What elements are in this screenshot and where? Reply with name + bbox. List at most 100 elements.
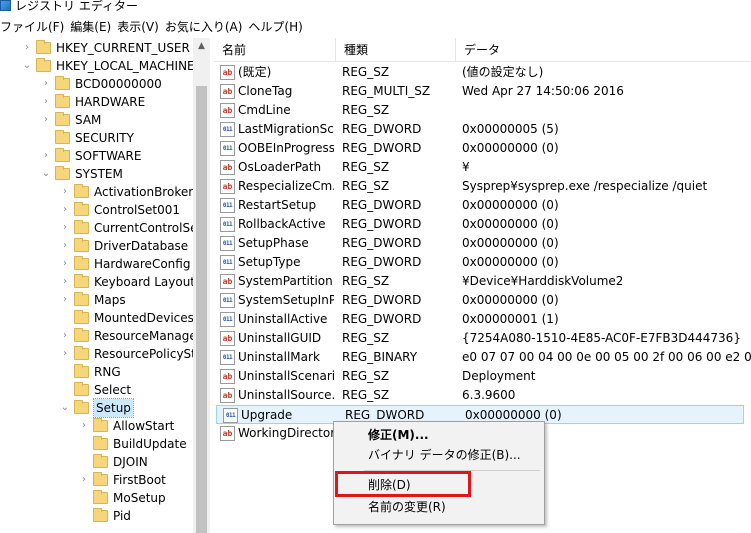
string-value-icon: ab (220, 426, 235, 441)
folder-icon (93, 472, 108, 486)
tree-item[interactable]: › HKEY_CURRENT_USER (0, 39, 193, 57)
tree-item[interactable]: MoSetup (0, 489, 193, 507)
folder-icon (93, 508, 108, 522)
expand-chevron-icon[interactable]: › (22, 39, 32, 57)
folder-icon (74, 346, 89, 360)
delete-highlight-box (335, 471, 471, 497)
collapse-chevron-icon[interactable]: ⌄ (41, 165, 51, 183)
tree-item-label: SECURITY (75, 131, 134, 145)
registry-value-row[interactable]: ab OsLoaderPath REG_SZ ¥ (214, 158, 751, 177)
tree-item[interactable]: › ResourceManager (0, 327, 202, 345)
expand-chevron-icon[interactable]: › (60, 345, 70, 363)
menu-item[interactable]: 表示(V) (117, 16, 165, 38)
tree-item[interactable]: › Maps (0, 291, 193, 309)
tree-item[interactable]: › HardwareConfig (0, 255, 193, 273)
tree-item[interactable]: › BCD00000000 (0, 75, 193, 93)
binary-value-icon: 011 (223, 408, 238, 423)
registry-value-row[interactable]: 011 SetupType REG_DWORD 0x00000000 (0) (214, 253, 751, 272)
menu-item[interactable]: ファイル(F) (0, 16, 70, 38)
expand-chevron-icon[interactable]: › (41, 75, 51, 93)
registry-value-row[interactable]: 011 UninstallActive REG_DWORD 0x00000001 (1… (214, 310, 751, 329)
tree-item[interactable]: MountedDevices (0, 309, 194, 327)
column-header-data[interactable]: データ (456, 38, 751, 62)
expand-chevron-icon[interactable]: › (41, 111, 51, 129)
tree-item[interactable]: BuildUpdate (0, 435, 193, 453)
tree-item[interactable]: › SOFTWARE (0, 147, 193, 165)
scroll-up-arrow-icon[interactable]: ▲ (193, 38, 210, 55)
value-type: REG_SZ (342, 103, 390, 117)
tree-item[interactable]: › DriverDatabase (0, 237, 193, 255)
context-menu-rename[interactable]: 名前の変更(R) (334, 496, 544, 518)
registry-value-row[interactable]: 011 SetupPhase REG_DWORD 0x00000000 (0) (214, 234, 751, 253)
registry-value-row[interactable]: 011 UninstallMark REG_BINARY e0 07 07 00 04… (214, 348, 751, 367)
registry-value-row[interactable]: ab UninstallSource... REG_SZ 6.3.9600 (214, 386, 751, 405)
expand-chevron-icon[interactable]: › (79, 417, 89, 435)
expand-chevron-icon[interactable]: › (41, 147, 51, 165)
value-data: e0 07 07 00 04 00 0e 00 05 00 2f 00 06 0… (462, 350, 751, 364)
context-menu-modify[interactable]: 修正(M)... (334, 424, 544, 446)
expand-chevron-icon[interactable]: › (60, 327, 70, 345)
menu-item[interactable]: お気に入り(A) (165, 16, 249, 38)
value-data: 6.3.9600 (462, 388, 516, 402)
value-data: 0x00000000 (0) (462, 217, 559, 231)
expand-chevron-icon[interactable]: › (60, 219, 70, 237)
scrollbar-thumb[interactable] (196, 86, 207, 533)
menu-item[interactable]: 編集(E) (70, 16, 117, 38)
registry-value-row[interactable]: 011 RollbackActive REG_DWORD 0x00000000 (0) (214, 215, 751, 234)
value-name: RollbackActive (238, 217, 326, 231)
tree-item[interactable]: SECURITY (0, 129, 193, 147)
tree-item[interactable]: › AllowStart (0, 417, 193, 435)
menu-item[interactable]: ヘルプ(H) (248, 16, 308, 38)
expand-chevron-icon[interactable]: › (60, 201, 70, 219)
registry-value-row[interactable]: 011 RestartSetup REG_DWORD 0x00000000 (0) (214, 196, 751, 215)
tree-item[interactable]: ⌄ HKEY_LOCAL_MACHINE (0, 57, 195, 75)
expand-chevron-icon[interactable]: › (60, 255, 70, 273)
expand-chevron-icon[interactable]: › (60, 273, 70, 291)
tree-item[interactable]: › FirstBoot (0, 471, 193, 489)
folder-icon (74, 220, 89, 234)
tree-item[interactable]: RNG (0, 363, 193, 381)
registry-value-row[interactable]: ab CloneTag REG_MULTI_SZ Wed Apr 27 14:50:0… (214, 82, 751, 101)
value-type: REG_DWORD (342, 141, 422, 155)
collapse-chevron-icon[interactable]: ⌄ (60, 399, 70, 417)
value-data: Sysprep¥sysprep.exe /respecialize /quiet (462, 179, 708, 193)
registry-value-row[interactable]: ab (既定) REG_SZ (値の設定なし) (214, 63, 751, 82)
tree-item[interactable]: › CurrentControlSet (0, 219, 202, 237)
registry-value-row[interactable]: ab SystemPartition REG_SZ ¥Device¥HarddiskV… (214, 272, 751, 291)
column-header-name[interactable]: 名前 (214, 38, 336, 62)
tree-item[interactable]: › SAM (0, 111, 193, 129)
context-menu-modify-binary[interactable]: バイナリ データの修正(B)... (334, 444, 544, 466)
value-name: SetupPhase (238, 236, 309, 250)
tree-item[interactable]: ⌄ Setup (0, 398, 193, 418)
value-type: REG_SZ (342, 179, 390, 193)
tree-item[interactable]: ⌄ SYSTEM (0, 165, 193, 183)
folder-icon (93, 454, 108, 468)
registry-value-row[interactable]: ab CmdLine REG_SZ (214, 101, 751, 120)
expand-chevron-icon[interactable]: › (60, 183, 70, 201)
tree-scrollbar[interactable]: ▲ (193, 38, 210, 533)
value-name: UninstallActive (238, 312, 328, 326)
registry-value-row[interactable]: ab UninstallGUID REG_SZ {7254A080-1510-4E85… (214, 329, 751, 348)
tree-item[interactable]: › ControlSet001 (0, 201, 193, 219)
expand-chevron-icon[interactable]: › (41, 93, 51, 111)
tree-item[interactable]: › Keyboard Layout (0, 273, 195, 291)
tree-item[interactable]: › ActivationBroker (0, 183, 193, 201)
tree-item[interactable]: › ResourcePolicySto (0, 345, 203, 363)
tree-item[interactable]: › HARDWARE (0, 93, 193, 111)
expand-chevron-icon[interactable]: › (79, 471, 89, 489)
value-data: 0x00000000 (0) (462, 141, 559, 155)
value-type: REG_DWORD (342, 217, 422, 231)
expand-chevron-icon[interactable]: › (60, 237, 70, 255)
registry-value-row[interactable]: ab UninstallScenario REG_SZ Deployment (214, 367, 751, 386)
column-header-type[interactable]: 種類 (336, 38, 456, 62)
collapse-chevron-icon[interactable]: ⌄ (22, 57, 32, 75)
registry-value-row[interactable]: 011LastMigrationSc... REG_DWORD 0x00000005… (214, 120, 751, 139)
tree-item[interactable]: Select (0, 381, 193, 399)
registry-value-row[interactable]: ab RespecializeCm... REG_SZ Sysprep¥sysprep… (214, 177, 751, 196)
registry-value-row[interactable]: 011SystemSetupInP... REG_DWORD 0x00000000 … (214, 291, 751, 310)
registry-value-row[interactable]: 011 OOBEInProgress REG_DWORD 0x00000000 (0) (214, 139, 751, 158)
folder-icon (74, 328, 89, 342)
tree-item[interactable]: DJOIN (0, 453, 193, 471)
tree-item[interactable]: Pid (0, 507, 193, 525)
expand-chevron-icon[interactable]: › (60, 291, 70, 309)
